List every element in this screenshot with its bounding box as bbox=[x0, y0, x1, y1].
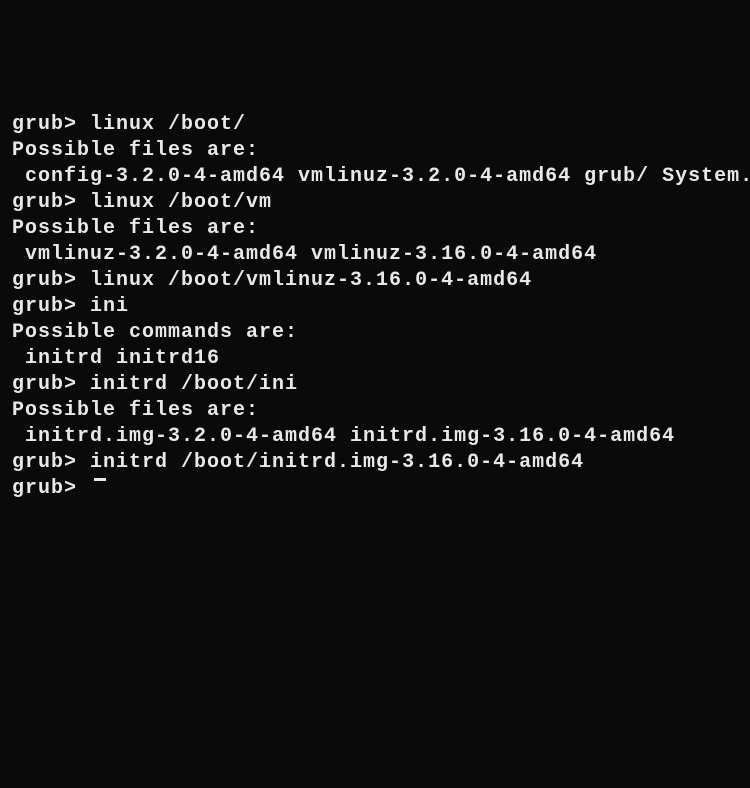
output-line: Possible files are: bbox=[12, 216, 738, 242]
output-line: config-3.2.0-4-amd64 vmlinuz-3.2.0-4-amd… bbox=[12, 164, 738, 190]
command-line: grub> initrd /boot/initrd.img-3.16.0-4-a… bbox=[12, 450, 738, 476]
command-line: grub> bbox=[12, 476, 738, 502]
output-line: Possible commands are: bbox=[12, 320, 738, 346]
grub-prompt: grub> bbox=[12, 190, 90, 216]
command-text: linux /boot/vm bbox=[90, 190, 272, 216]
command-line: grub> initrd /boot/ini bbox=[12, 372, 738, 398]
command-line: grub> ini bbox=[12, 294, 738, 320]
grub-terminal[interactable]: grub> linux /boot/Possible files are: co… bbox=[12, 112, 738, 658]
grub-prompt: grub> bbox=[12, 268, 90, 294]
command-line: grub> linux /boot/ bbox=[12, 112, 738, 138]
grub-prompt: grub> bbox=[12, 294, 90, 320]
command-text: initrd /boot/initrd.img-3.16.0-4-amd64 bbox=[90, 450, 584, 476]
grub-prompt: grub> bbox=[12, 112, 90, 138]
command-text: initrd /boot/ini bbox=[90, 372, 298, 398]
grub-prompt: grub> bbox=[12, 476, 90, 502]
command-line: grub> linux /boot/vm bbox=[12, 190, 738, 216]
output-line: initrd.img-3.2.0-4-amd64 initrd.img-3.16… bbox=[12, 424, 738, 450]
output-line: initrd initrd16 bbox=[12, 346, 738, 372]
cursor bbox=[94, 478, 106, 481]
command-text: linux /boot/ bbox=[90, 112, 246, 138]
output-line: Possible files are: bbox=[12, 138, 738, 164]
output-line: vmlinuz-3.2.0-4-amd64 vmlinuz-3.16.0-4-a… bbox=[12, 242, 738, 268]
grub-prompt: grub> bbox=[12, 450, 90, 476]
grub-prompt: grub> bbox=[12, 372, 90, 398]
command-line: grub> linux /boot/vmlinuz-3.16.0-4-amd64 bbox=[12, 268, 738, 294]
output-line: Possible files are: bbox=[12, 398, 738, 424]
command-text: linux /boot/vmlinuz-3.16.0-4-amd64 bbox=[90, 268, 532, 294]
command-text: ini bbox=[90, 294, 129, 320]
